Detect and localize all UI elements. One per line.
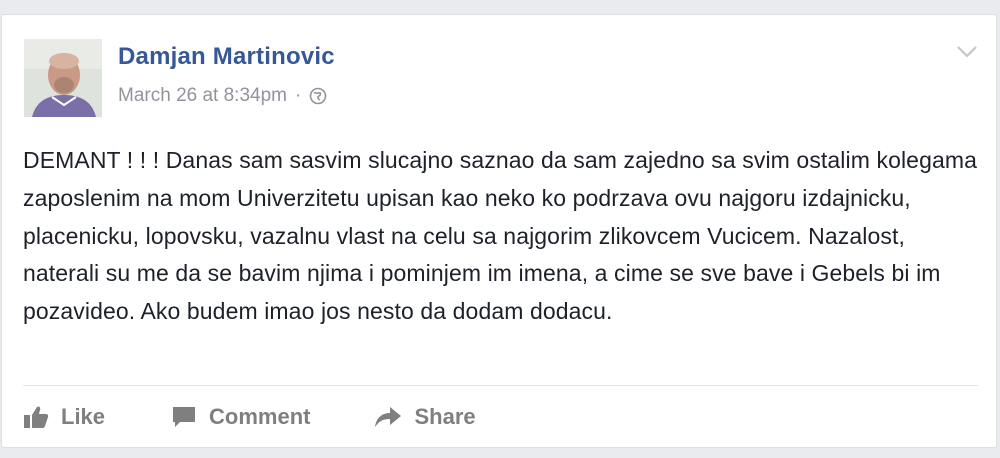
comment-icon (173, 407, 196, 427)
avatar-photo (24, 39, 102, 117)
share-label: Share (414, 404, 476, 429)
post-body-text: DEMANT ! ! ! Danas sam sasvim slucajno s… (23, 147, 978, 325)
post-meta: March 26 at 8:34pm · (118, 85, 327, 107)
post-card: Damjan Martinovic March 26 at 8:34pm · D… (1, 14, 997, 448)
meta-separator: · (294, 85, 302, 106)
like-button[interactable]: Like (23, 404, 105, 430)
share-button[interactable]: Share (374, 404, 476, 430)
post-timestamp[interactable]: March 26 at 8:34pm (118, 85, 287, 107)
author-name-link[interactable]: Damjan Martinovic (118, 43, 335, 71)
comment-button[interactable]: Comment (171, 404, 310, 430)
like-label: Like (61, 404, 106, 429)
globe-icon[interactable] (309, 87, 327, 105)
comment-label: Comment (209, 404, 311, 429)
post-actions-bar: Like Comment Share (23, 399, 476, 435)
action-divider (23, 385, 978, 386)
chevron-down-icon[interactable] (956, 45, 978, 59)
author-avatar[interactable] (24, 39, 102, 117)
share-arrow-icon (375, 407, 402, 427)
thumbs-up-icon (24, 406, 49, 428)
